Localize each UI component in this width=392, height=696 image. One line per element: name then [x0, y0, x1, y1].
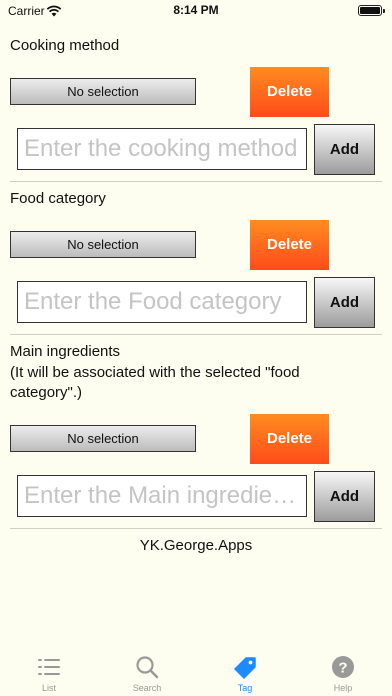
search-icon	[107, 654, 187, 680]
tab-help[interactable]: ? Help	[303, 648, 383, 696]
battery-icon	[358, 5, 385, 16]
tab-search[interactable]: Search	[107, 648, 187, 696]
tab-list[interactable]: List	[9, 648, 89, 696]
help-icon: ?	[303, 654, 383, 680]
divider	[10, 528, 382, 529]
tag-icon	[205, 654, 285, 680]
main-ingredients-note: (It will be associated with the selected…	[10, 364, 300, 401]
tab-search-label: Search	[132, 683, 162, 693]
divider	[10, 181, 382, 182]
divider	[10, 334, 382, 335]
food-category-picker[interactable]: No selection	[10, 231, 196, 258]
food-category-input[interactable]: Enter the Food category	[17, 281, 307, 323]
food-category-add-button[interactable]: Add	[314, 277, 375, 328]
cooking-method-input[interactable]: Enter the cooking method	[17, 128, 307, 170]
status-bar: Carrier 8:14 PM	[0, 0, 392, 22]
main-ingredients-delete-button[interactable]: Delete	[250, 414, 329, 464]
section-title-cooking-method: Cooking method	[10, 37, 120, 54]
tab-bar: List Search Tag ? Help	[0, 648, 392, 696]
section-title-main-ingredients: Main ingredients	[10, 343, 121, 360]
developer-credit: YK.George.Apps	[139, 537, 253, 554]
list-icon	[9, 654, 89, 680]
food-category-delete-button[interactable]: Delete	[250, 220, 329, 270]
main-ingredients-input[interactable]: Enter the Main ingredients	[17, 475, 307, 517]
svg-text:?: ?	[338, 660, 347, 677]
main-ingredients-add-button[interactable]: Add	[314, 471, 375, 522]
section-title-food-category: Food category	[10, 190, 106, 207]
tab-list-label: List	[41, 683, 56, 693]
main-ingredients-picker[interactable]: No selection	[10, 425, 196, 452]
status-time: 8:14 PM	[173, 3, 219, 17]
cooking-method-picker[interactable]: No selection	[10, 78, 196, 105]
cooking-method-delete-button[interactable]: Delete	[250, 67, 329, 117]
tab-tag[interactable]: Tag	[205, 648, 285, 696]
tab-help-label: Help	[333, 683, 353, 693]
tab-tag-label: Tag	[237, 683, 253, 693]
cooking-method-add-button[interactable]: Add	[314, 124, 375, 175]
